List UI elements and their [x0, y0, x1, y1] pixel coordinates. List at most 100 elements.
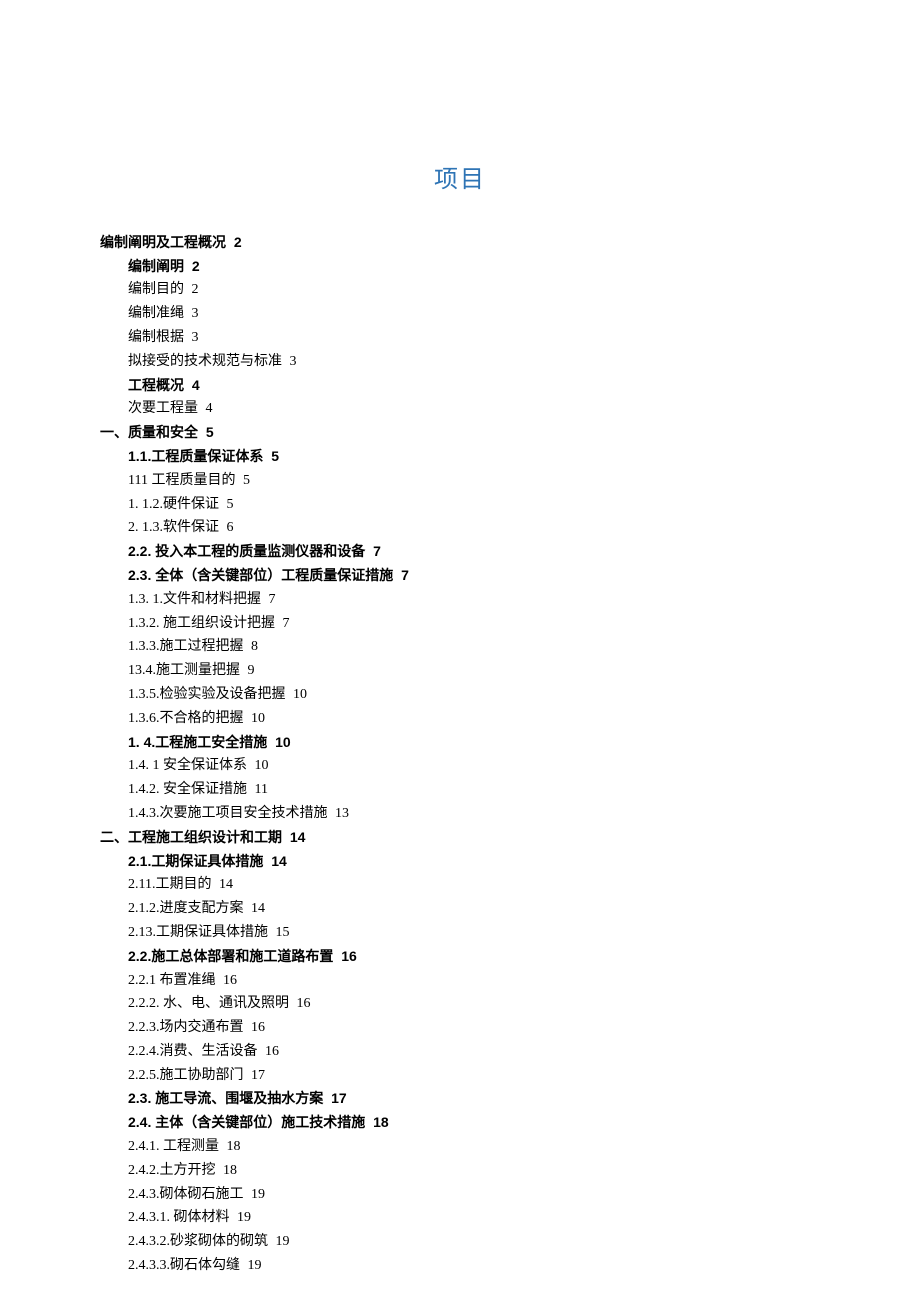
toc-entry: 2.3. 全体（含关键部位）工程质量保证措施 7 [128, 564, 820, 588]
toc-entry-page: 13 [332, 806, 350, 821]
toc-entry-text: 1.1.工程质量保证体系 [128, 448, 263, 464]
toc-entry: 2.4.3.2.砂浆砌体的砌筑 19 [128, 1230, 820, 1254]
toc-entry-page: 16 [337, 948, 356, 964]
toc-entry: 1.3.2. 施工组织设计把握 7 [128, 612, 820, 636]
toc-entry-page: 7 [279, 616, 290, 631]
toc-entry: 2.4.3.3.砌石体勾缝 19 [128, 1254, 820, 1278]
toc-entry-text: 2.2.1 布置准绳 [128, 973, 216, 988]
toc-entry-page: 14 [248, 901, 266, 916]
toc-entry-text: 2.11.工期目的 [128, 877, 211, 892]
toc-entry-page: 19 [244, 1258, 262, 1273]
toc-entry-page: 17 [327, 1090, 346, 1106]
toc-entry-page: 17 [248, 1068, 266, 1083]
toc-entry-page: 16 [248, 1020, 266, 1035]
toc-entry-page: 7 [369, 543, 381, 559]
toc-entry: 编制阐明及工程概况 2 [100, 231, 820, 255]
toc-entry-page: 14 [215, 877, 233, 892]
toc-entry: 1.1.工程质量保证体系 5 [128, 445, 820, 469]
toc-entry: 次要工程量 4 [128, 397, 820, 421]
toc-entry-page: 16 [262, 1044, 280, 1059]
toc-entry-text: 1.3.6.不合格的把握 [128, 711, 244, 726]
toc-entry: 2.2.2. 水、电、通讯及照明 16 [128, 992, 820, 1016]
toc-entry-page: 14 [267, 853, 286, 869]
toc-entry-text: 1.3.5.检验实验及设备把握 [128, 687, 286, 702]
toc-entry-text: 2.2. 投入本工程的质量监测仪器和设备 [128, 543, 365, 559]
toc-entry: 2. 1.3.软件保证 6 [128, 516, 820, 540]
toc-entry-page: 3 [188, 306, 199, 321]
toc-entry-text: 2.1.工期保证具体措施 [128, 853, 263, 869]
toc-entry: 111 工程质量目的 5 [128, 469, 820, 493]
toc-entry-page: 10 [290, 687, 308, 702]
toc-entry-page: 18 [220, 1163, 238, 1178]
toc-entry: 2.3. 施工导流、围堰及抽水方案 17 [128, 1087, 820, 1111]
toc-entry: 编制根据 3 [128, 326, 820, 350]
toc-entry-text: 2.4.1. 工程测量 [128, 1139, 219, 1154]
toc-entry-text: 2.4.2.土方开挖 [128, 1163, 216, 1178]
toc-entry-text: 2.4.3.2.砂浆砌体的砌筑 [128, 1234, 268, 1249]
toc-entry-text: 2.4.3.砌体砌石施工 [128, 1187, 244, 1202]
toc-entry: 工程概况 4 [128, 374, 820, 398]
toc-entry-text: 111 工程质量目的 [128, 473, 235, 488]
toc-entry-text: 编制根据 [128, 330, 184, 345]
toc-entry-text: 编制目的 [128, 282, 184, 297]
toc-entry-page: 7 [265, 592, 276, 607]
toc-entry-page: 10 [251, 758, 269, 773]
toc-entry: 二、工程施工组织设计和工期 14 [100, 826, 820, 850]
document-title: 项目 [100, 160, 820, 201]
toc-entry-text: 13.4.施工测量把握 [128, 663, 240, 678]
toc-entry-page: 9 [244, 663, 255, 678]
toc-entry: 2.1.2.进度支配方案 14 [128, 897, 820, 921]
toc-entry-text: 1.3. 1.文件和材料把握 [128, 592, 261, 607]
toc-entry-text: 2.1.2.进度支配方案 [128, 901, 244, 916]
toc-entry-text: 1.3.2. 施工组织设计把握 [128, 616, 275, 631]
toc-entry: 编制阐明 2 [128, 255, 820, 279]
toc-entry: 2.2.4.消费、生活设备 16 [128, 1040, 820, 1064]
toc-entry: 编制目的 2 [128, 278, 820, 302]
toc-entry-page: 8 [248, 639, 259, 654]
toc-entry-page: 16 [293, 996, 311, 1011]
toc-entry: 1.3.3.施工过程把握 8 [128, 635, 820, 659]
toc-entry-page: 7 [397, 567, 409, 583]
toc-entry: 1.3.6.不合格的把握 10 [128, 707, 820, 731]
toc-entry: 1. 1.2.硬件保证 5 [128, 493, 820, 517]
toc-entry: 13.4.施工测量把握 9 [128, 659, 820, 683]
toc-entry: 2.2.3.场内交通布置 16 [128, 1016, 820, 1040]
toc-entry-text: 拟接受的技术规范与标准 [128, 354, 282, 369]
toc-entry-text: 2.2.2. 水、电、通讯及照明 [128, 996, 289, 1011]
toc-entry: 1.3. 1.文件和材料把握 7 [128, 588, 820, 612]
toc-entry: 2.4.3.1. 砌体材料 19 [128, 1206, 820, 1230]
toc-entry-text: 1.4. 1 安全保证体系 [128, 758, 247, 773]
toc-entry-page: 2 [230, 234, 242, 250]
toc-entry-page: 2 [188, 258, 200, 274]
table-of-contents: 编制阐明及工程概况 2编制阐明 2编制目的 2编制准绳 3编制根据 3拟接受的技… [100, 231, 820, 1278]
toc-entry-text: 1. 1.2.硬件保证 [128, 497, 219, 512]
toc-entry-page: 3 [188, 330, 199, 345]
toc-entry: 2.2.1 布置准绳 16 [128, 969, 820, 993]
toc-entry: 1.4.3.次要施工项目安全技术措施 13 [128, 802, 820, 826]
toc-entry-text: 1.4.3.次要施工项目安全技术措施 [128, 806, 328, 821]
toc-entry: 2.13.工期保证具体措施 15 [128, 921, 820, 945]
toc-entry: 编制准绳 3 [128, 302, 820, 326]
toc-entry: 1. 4.工程施工安全措施 10 [128, 731, 820, 755]
toc-entry-text: 二、工程施工组织设计和工期 [100, 829, 282, 845]
toc-entry: 2.4.3.砌体砌石施工 19 [128, 1183, 820, 1207]
toc-entry-text: 2.4.3.3.砌石体勾缝 [128, 1258, 240, 1273]
toc-entry: 2.2.5.施工协助部门 17 [128, 1064, 820, 1088]
toc-entry-page: 18 [223, 1139, 241, 1154]
toc-entry-text: 2.13.工期保证具体措施 [128, 925, 268, 940]
toc-entry-text: 1.4.2. 安全保证措施 [128, 782, 247, 797]
toc-entry-page: 5 [223, 497, 234, 512]
toc-entry-text: 一、质量和安全 [100, 424, 198, 440]
toc-entry-text: 2.2.4.消费、生活设备 [128, 1044, 258, 1059]
toc-entry-page: 5 [239, 473, 250, 488]
toc-entry-text: 2.3. 全体（含关键部位）工程质量保证措施 [128, 567, 393, 583]
toc-entry-page: 14 [286, 829, 305, 845]
toc-entry-page: 16 [220, 973, 238, 988]
toc-entry-text: 编制阐明及工程概况 [100, 234, 226, 250]
toc-entry: 2.1.工期保证具体措施 14 [128, 850, 820, 874]
toc-entry-text: 工程概况 [128, 377, 184, 393]
toc-entry-page: 5 [267, 448, 279, 464]
toc-entry-text: 2.3. 施工导流、围堰及抽水方案 [128, 1090, 323, 1106]
toc-entry-text: 2. 1.3.软件保证 [128, 520, 219, 535]
toc-entry-page: 4 [188, 377, 200, 393]
